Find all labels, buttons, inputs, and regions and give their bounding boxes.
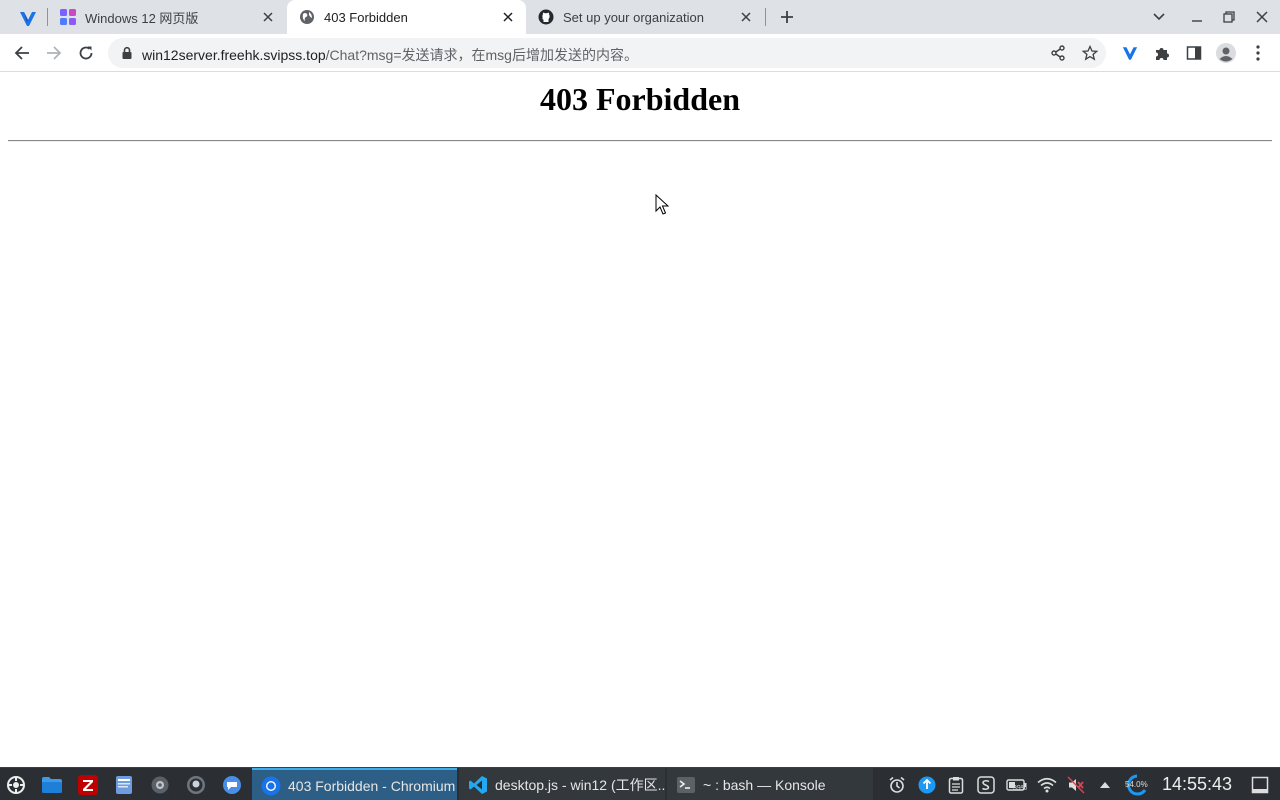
application-launcher[interactable] [4,773,28,797]
task-chromium[interactable]: 403 Forbidden - Chromium [252,768,457,800]
avatar-icon [1216,43,1236,63]
menu-button[interactable] [1244,39,1272,67]
expand-tray-icon[interactable] [1095,775,1115,795]
notification-alarm-icon[interactable] [887,775,907,795]
clock[interactable]: 14:55:43 [1162,774,1232,795]
minimize-button[interactable] [1185,5,1209,29]
cpu-monitor[interactable]: 54.0% [1122,774,1152,796]
filezilla-icon [78,775,98,795]
show-desktop-icon [1251,776,1269,794]
page-content: 403 Forbidden [0,73,1280,767]
restore-icon [1223,11,1235,23]
wifi-icon[interactable] [1037,775,1057,795]
tab-title: 403 Forbidden [324,9,408,25]
task-label: desktop.js - win12 (工作区... [495,776,665,793]
forward-button[interactable] [40,39,68,67]
tab-title: Set up your organization [563,9,704,25]
arrow-right-icon [47,46,62,60]
updates-icon[interactable] [917,775,937,795]
s-app-icon[interactable] [976,775,996,795]
volume-muted-icon[interactable] [1066,775,1086,795]
tab-strip: Windows 12 网页版 403 Forbidden Set up your… [0,0,1280,34]
cpu-percent: 54.0% [1125,780,1148,789]
divider [8,140,1272,142]
lock-icon[interactable] [120,46,134,60]
task-label: 403 Forbidden - Chromium [288,777,456,794]
konsole-icon [675,774,697,796]
share-icon[interactable] [1049,44,1067,62]
yew-extension-icon [20,12,36,26]
task-konsole[interactable]: ~ : bash — Konsole [667,768,873,800]
close-icon[interactable] [738,9,754,25]
pinned-tab[interactable] [8,4,48,34]
notepad-icon [116,776,132,794]
arrow-left-icon [14,46,29,60]
task-label: ~ : bash — Konsole [703,776,826,793]
tab-search-button[interactable] [1147,5,1171,29]
mouse-cursor-icon [655,194,669,215]
more-vertical-icon [1256,45,1260,61]
extensions-button[interactable] [1148,39,1176,67]
file-manager-launcher[interactable] [40,773,64,797]
tab-github-organization[interactable]: Set up your organization [526,0,764,34]
github-desktop-launcher[interactable] [184,773,208,797]
puzzle-icon [1156,48,1169,60]
folder-icon [42,777,62,793]
profile-button[interactable] [1212,39,1240,67]
tab-separator [765,8,766,26]
side-panel-icon [1186,46,1202,60]
yew-extension-icon [1122,46,1138,60]
show-desktop-button[interactable] [1250,775,1270,795]
taskbar: 403 Forbidden - Chromium desktop.js - wi… [0,767,1280,800]
reload-button[interactable] [72,39,100,67]
clipboard-icon[interactable] [946,775,966,795]
side-panel-button[interactable] [1180,39,1208,67]
close-icon[interactable] [260,9,276,25]
close-icon[interactable] [500,9,516,25]
settings-launcher[interactable] [148,773,172,797]
chat-icon [223,776,241,794]
restore-button[interactable] [1217,5,1241,29]
bookmark-star-icon[interactable] [1081,44,1099,62]
globe-icon [299,9,315,25]
battery-percent: 39% [1013,785,1028,792]
tab-title: Windows 12 网页版 [85,10,199,26]
chat-launcher[interactable] [220,773,244,797]
minimize-icon [1192,20,1202,22]
plus-icon [781,11,793,23]
reload-icon [79,46,93,60]
url-host: win12server.freehk.svipss.top [142,47,326,63]
chevron-down-icon [1153,13,1165,21]
text-editor-launcher[interactable] [112,773,136,797]
task-vscode[interactable]: desktop.js - win12 (工作区... [459,768,665,800]
vscode-icon [467,774,489,796]
github-icon [187,776,205,794]
launcher-icon [7,776,25,794]
tab-windows12[interactable]: Windows 12 网页版 [48,0,286,34]
address-bar[interactable]: win12server.freehk.svipss.top/Chat?msg=发… [108,38,1106,68]
new-tab-button[interactable] [775,5,799,29]
close-window-button[interactable] [1250,5,1274,29]
url-text[interactable]: win12server.freehk.svipss.top/Chat?msg=发… [142,45,638,65]
tab-403-forbidden[interactable]: 403 Forbidden [287,0,526,34]
browser-toolbar: win12server.freehk.svipss.top/Chat?msg=发… [0,34,1280,72]
gear-icon [151,776,169,794]
battery-indicator[interactable]: 39% [1005,775,1029,795]
filezilla-launcher[interactable] [76,773,100,797]
close-icon [1256,11,1268,23]
url-path: /Chat?msg=发送请求，在msg后增加发送的内容。 [325,47,638,63]
yew-extension-button[interactable] [1116,39,1144,67]
github-icon [538,9,554,25]
back-button[interactable] [8,39,36,67]
chromium-icon [260,775,282,797]
windows12-icon [60,9,76,25]
page-title: 403 Forbidden [539,81,741,117]
